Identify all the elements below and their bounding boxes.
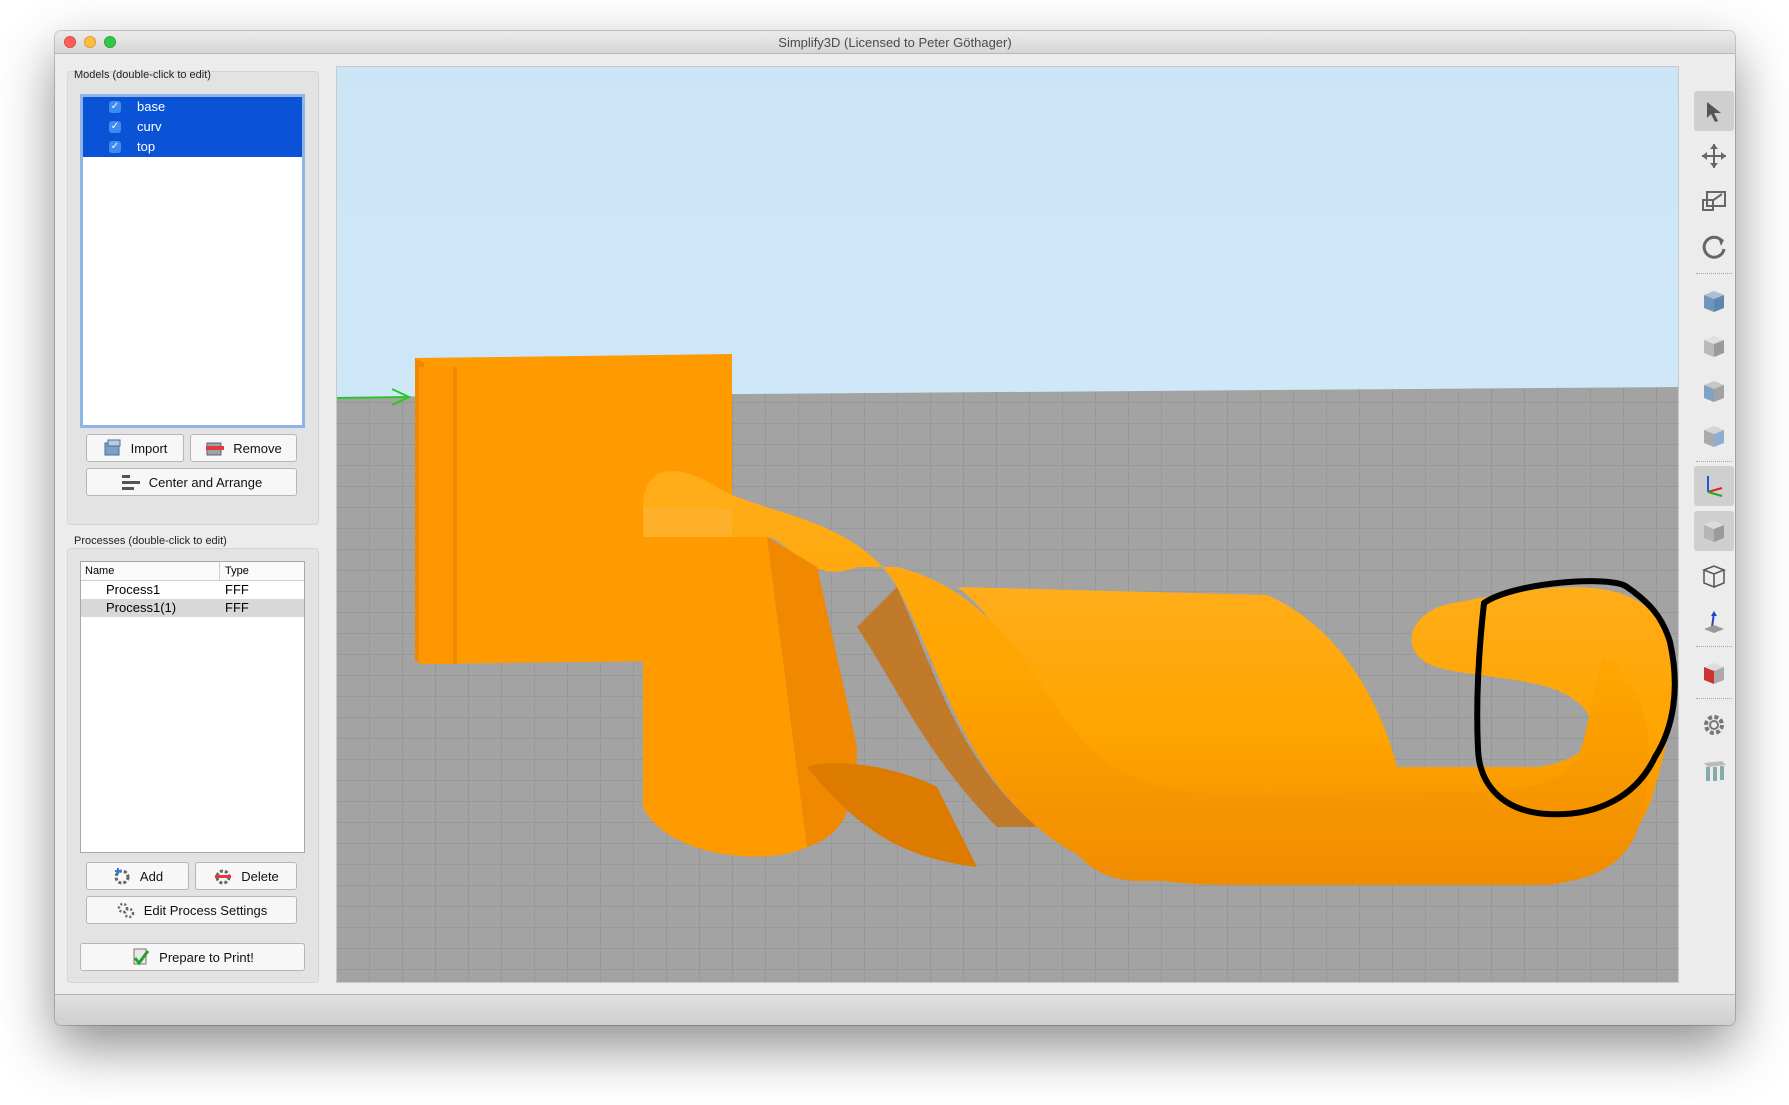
column-name: Name [85, 565, 115, 577]
scene-canvas [337, 67, 1678, 982]
axes-toggle-button[interactable] [1694, 466, 1734, 506]
app-window: Simplify3D (Licensed to Peter Göthager) … [55, 31, 1735, 1025]
view-iso-button[interactable] [1694, 416, 1734, 456]
delete-gear-icon [213, 867, 233, 885]
model-name: base [137, 99, 166, 114]
view-top-button[interactable] [1694, 281, 1734, 321]
delete-process-button[interactable]: Delete [195, 862, 297, 890]
view-front-icon [1704, 336, 1724, 357]
3d-viewport[interactable] [336, 66, 1679, 983]
view-front-button[interactable] [1694, 326, 1734, 366]
add-process-button[interactable]: Add [86, 862, 189, 890]
remove-label: Remove [233, 440, 282, 456]
wireframe-icon [1701, 565, 1727, 589]
center-arrange-button[interactable]: Center and Arrange [86, 468, 297, 496]
settings-gear-icon [1704, 715, 1724, 735]
rotate-tool-button[interactable] [1694, 227, 1734, 267]
import-icon [103, 439, 123, 457]
move-icon [1702, 144, 1726, 168]
models-label: Models (double-click to edit) [74, 69, 211, 81]
process-name: Process1(1) [106, 600, 177, 615]
table-row[interactable]: Process1(1) FFF [81, 599, 304, 617]
edit-process-label: Edit Process Settings [143, 902, 268, 918]
checkbox-top[interactable]: ✓ [109, 141, 121, 153]
scale-tool-button[interactable] [1694, 181, 1734, 221]
model-item-top[interactable]: ✓ top [83, 137, 302, 157]
import-button[interactable]: Import [86, 434, 184, 462]
axis-green-icon [337, 396, 410, 399]
processes-table-header: Name Type [81, 562, 304, 581]
process-type: FFF [225, 600, 249, 615]
add-gear-icon [112, 867, 132, 885]
axes-icon [1707, 476, 1723, 497]
move-tool-button[interactable] [1694, 136, 1734, 176]
import-label: Import [130, 440, 168, 456]
column-type: Type [225, 565, 249, 577]
process-type: FFF [225, 582, 249, 597]
view-side-button[interactable] [1694, 371, 1734, 411]
select-icon [1707, 102, 1721, 122]
status-bar [55, 994, 1735, 1025]
center-arrange-icon [121, 473, 141, 491]
processes-table[interactable]: Name Type Process1 FFF Process1(1) FFF [80, 561, 305, 853]
window-title: Simplify3D (Licensed to Peter Göthager) [778, 35, 1012, 50]
scale-icon [1702, 191, 1726, 211]
normals-icon [1704, 611, 1724, 633]
model-name: curv [137, 119, 162, 134]
prepare-check-icon [131, 948, 151, 966]
supports-button[interactable] [1694, 751, 1734, 791]
view-iso-icon [1704, 426, 1724, 447]
settings-gears-icon [116, 901, 136, 919]
supports-icon [1704, 761, 1726, 781]
processes-label: Processes (double-click to edit) [74, 535, 227, 547]
cross-section-icon [1704, 663, 1724, 684]
title-bar[interactable]: Simplify3D (Licensed to Peter Göthager) [55, 31, 1735, 54]
table-row[interactable]: Process1 FFF [81, 581, 304, 599]
remove-icon [205, 439, 225, 457]
delete-label: Delete [241, 868, 279, 884]
prepare-to-print-button[interactable]: Prepare to Print! [80, 943, 305, 971]
process-name: Process1 [106, 582, 161, 597]
rotate-icon [1702, 235, 1726, 259]
edit-process-settings-button[interactable]: Edit Process Settings [86, 896, 297, 924]
solid-view-button[interactable] [1694, 511, 1734, 551]
view-top-icon [1704, 291, 1724, 312]
view-side-icon [1704, 381, 1724, 402]
select-tool-button[interactable] [1694, 91, 1734, 131]
settings-button[interactable] [1694, 705, 1734, 745]
wireframe-view-button[interactable] [1694, 556, 1734, 596]
model-item-curv[interactable]: ✓ curv [83, 117, 302, 137]
model-item-base[interactable]: ✓ base [83, 97, 302, 117]
normals-view-button[interactable] [1694, 601, 1734, 641]
checkbox-base[interactable]: ✓ [109, 101, 121, 113]
center-arrange-label: Center and Arrange [148, 474, 263, 490]
prepare-label: Prepare to Print! [159, 949, 254, 965]
cross-section-button[interactable] [1694, 653, 1734, 693]
view-toolbar [1692, 61, 1735, 981]
remove-button[interactable]: Remove [190, 434, 297, 462]
checkbox-curv[interactable]: ✓ [109, 121, 121, 133]
models-list[interactable]: ✓ base ✓ curv ✓ top [80, 94, 305, 428]
solid-view-icon [1704, 521, 1724, 542]
add-label: Add [139, 868, 164, 884]
model-name: top [137, 139, 156, 154]
